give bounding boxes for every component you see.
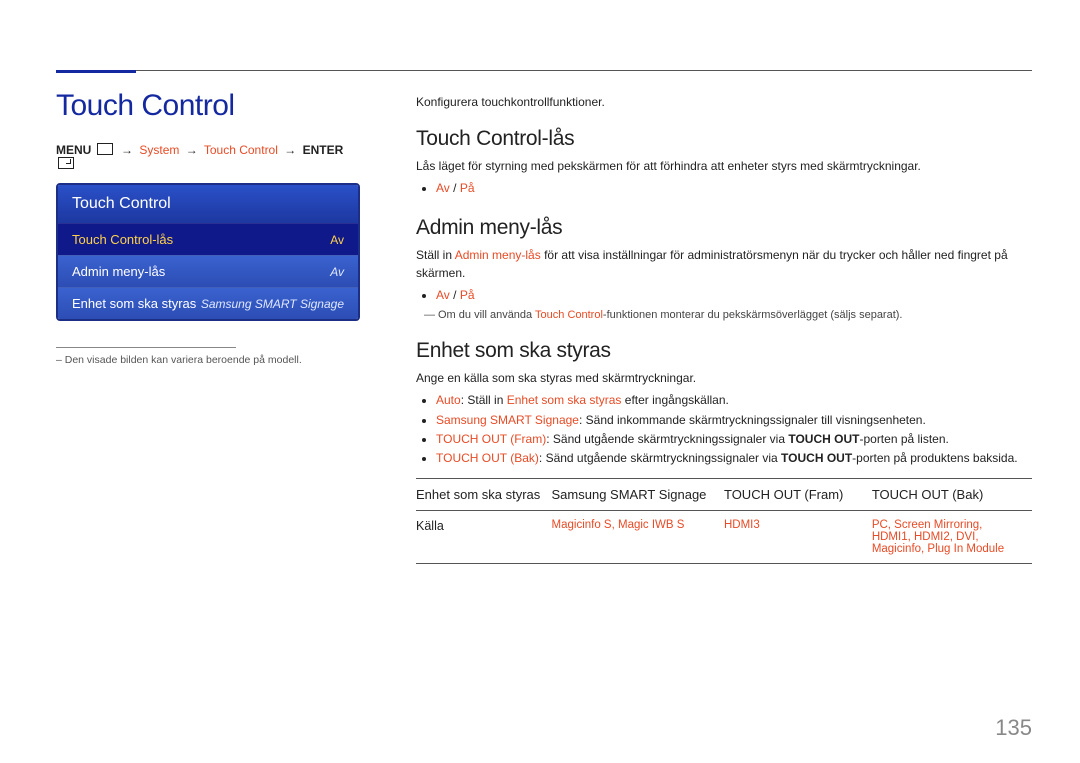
option-av-pa: Av / På [436,286,1032,305]
note-post: -funktionen monterar du pekskärmsöverläg… [603,309,903,321]
osd-row-value: Av [330,233,344,247]
heading-device: Enhet som ska styras [416,339,1032,363]
bullet-signage: Samsung SMART Signage: Sänd inkommande s… [436,411,1032,430]
cell-signage: Magicinfo S, Magic IWB S [552,511,724,564]
bullet-mid: : Sänd utgående skärmtryckningssignaler … [546,432,788,446]
th-back: TOUCH OUT (Bak) [872,479,1032,511]
opt-av: Av [436,181,450,195]
admin-lock-name: Admin meny-lås [455,248,541,262]
menu-path: MENU → System → Touch Control → ENTER [56,143,356,171]
bullet-post: -porten på produktens baksida. [852,451,1017,465]
body-touch-lock: Lås läget för styrning med pekskärmen fö… [416,157,1032,175]
footnote-rule [56,347,236,348]
left-column: Touch Control MENU → System → Touch Cont… [56,89,386,366]
path-touch-control: Touch Control [204,143,278,157]
bullet-lead: Auto [436,393,461,407]
arrow-icon: → [121,143,133,157]
enter-icon [58,157,74,169]
table-row: Källa Magicinfo S, Magic IWB S HDMI3 PC,… [416,511,1032,564]
options-touch-lock: Av / På [436,179,1032,198]
opt-pa: På [460,181,475,195]
bullet-touchout-back: TOUCH OUT (Bak): Sänd utgående skärmtryc… [436,449,1032,468]
enter-label: ENTER [303,143,344,157]
osd-menu: Touch Control Touch Control-lås Av Admin… [56,183,360,321]
options-admin-lock: Av / På [436,286,1032,305]
th-device: Enhet som ska styras [416,479,552,511]
bullet-post: efter ingångskällan. [621,393,728,407]
bullet-em: Enhet som ska styras [507,393,622,407]
opt-sep: / [450,181,460,195]
osd-row-label: Enhet som ska styras [72,296,196,311]
osd-row-label: Touch Control-lås [72,232,173,247]
accent-bar [56,70,136,73]
intro-text: Konfigurera touchkontrollfunktioner. [416,95,1032,109]
bullet-strong: TOUCH OUT [788,432,859,446]
osd-row-value: Av [330,265,344,279]
body-device: Ange en källa som ska styras med skärmtr… [416,369,1032,387]
osd-row-device[interactable]: Enhet som ska styras Samsung SMART Signa… [58,287,358,319]
note-tc: Touch Control [535,309,603,321]
osd-row-admin-lock[interactable]: Admin meny-lås Av [58,255,358,287]
osd-title: Touch Control [58,185,358,223]
body-pre: Ställ in [416,248,455,262]
note-touch-control: Om du vill använda Touch Control-funktio… [424,309,1032,321]
bullet-touchout-front: TOUCH OUT (Fram): Sänd utgående skärmtry… [436,430,1032,449]
cell-front: HDMI3 [724,511,872,564]
bullet-lead: TOUCH OUT (Bak) [436,451,539,465]
right-column: Konfigurera touchkontrollfunktioner. Tou… [386,89,1032,564]
th-front: TOUCH OUT (Fram) [724,479,872,511]
row-label: Källa [416,511,552,564]
page-number: 135 [995,715,1032,741]
heading-touch-lock: Touch Control-lås [416,127,1032,151]
heading-admin-lock: Admin meny-lås [416,216,1032,240]
opt-av: Av [436,288,450,302]
device-bullets: Auto: Ställ in Enhet som ska styras efte… [436,391,1032,468]
menu-icon [97,143,113,155]
source-table: Enhet som ska styras Samsung SMART Signa… [416,478,1032,564]
bullet-strong: TOUCH OUT [781,451,852,465]
opt-sep: / [450,288,460,302]
bullet-auto: Auto: Ställ in Enhet som ska styras efte… [436,391,1032,410]
arrow-icon: → [284,143,296,157]
path-system: System [139,143,179,157]
bullet-post: : Sänd inkommande skärmtryckningssignale… [579,413,926,427]
table-header-row: Enhet som ska styras Samsung SMART Signa… [416,479,1032,511]
bullet-mid: : Sänd utgående skärmtryckningssignaler … [539,451,781,465]
bullet-lead: Samsung SMART Signage [436,413,579,427]
bullet-post: -porten på listen. [859,432,948,446]
note-pre: Om du vill använda [438,309,535,321]
bullet-mid: : Ställ in [461,393,507,407]
opt-pa: På [460,288,475,302]
page-title: Touch Control [56,89,356,123]
footnote: – Den visade bilden kan variera beroende… [56,354,356,366]
osd-row-label: Admin meny-lås [72,264,165,279]
arrow-icon: → [186,143,198,157]
menu-label: MENU [56,143,91,157]
cell-back: PC, Screen Mirroring, HDMI1, HDMI2, DVI,… [872,511,1032,564]
top-rule [56,70,1032,71]
th-signage: Samsung SMART Signage [552,479,724,511]
body-admin-lock: Ställ in Admin meny-lås för att visa ins… [416,246,1032,282]
osd-row-touch-lock[interactable]: Touch Control-lås Av [58,223,358,255]
osd-row-value: Samsung SMART Signage [201,297,344,311]
option-av-pa: Av / På [436,179,1032,198]
bullet-lead: TOUCH OUT (Fram) [436,432,546,446]
